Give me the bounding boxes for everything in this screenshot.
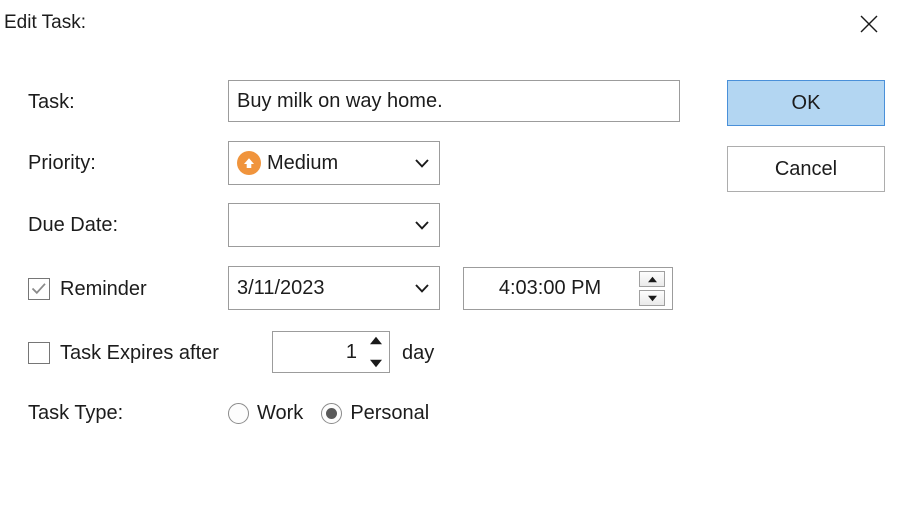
- task-type-option-work[interactable]: Work: [228, 400, 303, 426]
- priority-up-arrow-icon: [237, 151, 261, 175]
- priority-dropdown[interactable]: Medium: [228, 141, 440, 185]
- row-task-type: Task Type: Work Personal: [0, 398, 900, 430]
- due-date-dropdown[interactable]: [228, 203, 440, 247]
- reminder-time-down-button[interactable]: [639, 290, 665, 306]
- chevron-down-icon: [411, 158, 433, 169]
- task-input-value: Buy milk on way home.: [237, 89, 443, 112]
- row-reminder: Reminder 3/11/2023 4:03:00 PM: [0, 266, 900, 310]
- priority-label: Priority:: [28, 152, 96, 174]
- task-expires-down-button[interactable]: [369, 355, 383, 373]
- task-expires-days-value: 1: [345, 340, 357, 363]
- due-date-label: Due Date:: [28, 214, 119, 236]
- reminder-date-value: 3/11/2023: [237, 276, 325, 299]
- reminder-checkbox-group[interactable]: Reminder: [28, 276, 147, 302]
- radio-personal[interactable]: [321, 402, 343, 424]
- row-due-date: Due Date:: [0, 203, 900, 247]
- title-bar: Edit Task:: [0, 0, 900, 48]
- close-icon: [860, 15, 878, 33]
- triangle-down-icon: [647, 289, 658, 307]
- task-expires-unit-label: day: [402, 342, 435, 364]
- ok-button-label: OK: [791, 91, 821, 114]
- task-expires-up-button[interactable]: [369, 332, 383, 350]
- task-label: Task:: [28, 91, 75, 113]
- triangle-up-icon: [369, 332, 383, 349]
- task-type-option-personal[interactable]: Personal: [321, 400, 429, 426]
- reminder-checkbox[interactable]: [28, 278, 50, 300]
- reminder-date-dropdown[interactable]: 3/11/2023: [228, 266, 440, 310]
- close-button[interactable]: [846, 4, 892, 44]
- radio-selected-dot: [326, 407, 338, 419]
- ok-button[interactable]: OK: [727, 80, 885, 126]
- task-type-option-work-label: Work: [257, 402, 304, 424]
- row-task-expires: Task Expires after 1 day: [0, 329, 900, 375]
- task-expires-checkbox[interactable]: [28, 342, 50, 364]
- triangle-up-icon: [647, 270, 658, 288]
- window-title: Edit Task:: [4, 12, 87, 33]
- radio-work[interactable]: [228, 402, 249, 424]
- reminder-time-value: 4:03:00 PM: [498, 277, 602, 299]
- cancel-button-label: Cancel: [774, 157, 838, 180]
- task-expires-days-stepper[interactable]: 1: [272, 331, 390, 373]
- reminder-time-up-button[interactable]: [639, 271, 665, 287]
- task-input[interactable]: Buy milk on way home.: [228, 80, 680, 122]
- reminder-label: Reminder: [60, 278, 147, 300]
- task-type-label: Task Type:: [28, 402, 124, 424]
- checkmark-icon: [31, 276, 47, 302]
- chevron-down-icon: [411, 283, 433, 294]
- cancel-button[interactable]: Cancel: [727, 146, 885, 192]
- task-expires-checkbox-group[interactable]: Task Expires after: [28, 340, 219, 366]
- task-type-radio-group: Work Personal: [228, 400, 429, 426]
- task-expires-label: Task Expires after: [60, 342, 219, 364]
- reminder-time-spinner[interactable]: 4:03:00 PM: [463, 267, 673, 310]
- priority-value: Medium: [267, 151, 339, 174]
- triangle-down-icon: [369, 355, 383, 372]
- task-type-option-personal-label: Personal: [350, 402, 430, 424]
- chevron-down-icon: [411, 220, 433, 231]
